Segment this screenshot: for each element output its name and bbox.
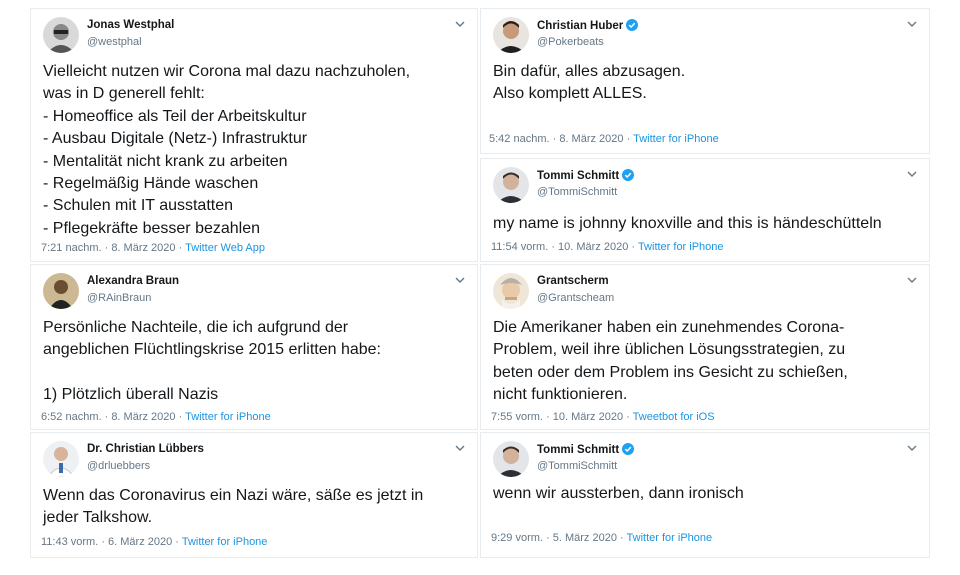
tweet-text: my name is johnny knoxville and this is … (493, 215, 882, 232)
tweet-card[interactable]: Grantscherm @Grantscheam Die Amerikaner … (480, 264, 930, 430)
user-handle[interactable]: @TommiSchmitt (537, 186, 617, 198)
tweet-meta: 7:21 nachm. · 8. März 2020 · Twitter Web… (41, 242, 265, 254)
avatar[interactable] (493, 273, 529, 309)
user-handle[interactable]: @drluebbers (87, 460, 150, 472)
source-link[interactable]: Twitter for iPhone (627, 532, 713, 544)
chevron-down-icon[interactable] (455, 19, 465, 29)
user-handle[interactable]: @TommiSchmitt (537, 460, 617, 472)
chevron-down-icon[interactable] (907, 169, 917, 179)
avatar[interactable] (493, 167, 529, 203)
source-link[interactable]: Tweetbot for iOS (633, 411, 715, 423)
timestamp[interactable]: 9:29 vorm. · 5. März 2020 · (491, 532, 627, 544)
verified-badge-icon (626, 19, 639, 31)
tweet-meta: 11:43 vorm. · 6. März 2020 · Twitter for… (41, 536, 267, 548)
display-name: Christian Huber (537, 19, 639, 32)
user-handle[interactable]: @Pokerbeats (537, 36, 604, 48)
verified-badge-icon (622, 443, 635, 455)
display-name-text[interactable]: Tommi Schmitt (537, 444, 619, 456)
tweet-card[interactable]: Jonas Westphal @westphal Vielleicht nutz… (30, 8, 478, 262)
tweet-meta: 6:52 nachm. · 8. März 2020 · Twitter for… (41, 411, 271, 423)
timestamp[interactable]: 7:21 nachm. · 8. März 2020 · (41, 242, 185, 254)
tweet-card[interactable]: Alexandra Braun @RAinBraun Persönliche N… (30, 264, 478, 430)
tweet-text: Persönliche Nachteile, die ich aufgrund … (43, 319, 381, 404)
source-link[interactable]: Twitter for iPhone (185, 411, 271, 423)
display-name: Tommi Schmitt (537, 443, 635, 456)
avatar[interactable] (43, 441, 79, 477)
tweet-text: Vielleicht nutzen wir Corona mal dazu na… (43, 63, 411, 237)
display-name: Tommi Schmitt (537, 169, 635, 182)
tweet-meta: 5:42 nachm. · 8. März 2020 · Twitter for… (489, 133, 719, 145)
chevron-down-icon[interactable] (455, 275, 465, 285)
tweet-card[interactable]: Tommi Schmitt @TommiSchmitt my name is j… (480, 158, 930, 262)
verified-badge-icon (622, 169, 635, 181)
display-name-text[interactable]: Tommi Schmitt (537, 170, 619, 182)
display-name[interactable]: Alexandra Braun (87, 275, 179, 287)
avatar[interactable] (43, 273, 79, 309)
chevron-down-icon[interactable] (907, 443, 917, 453)
chevron-down-icon[interactable] (907, 275, 917, 285)
tweet-card[interactable]: Dr. Christian Lübbers @drluebbers Wenn d… (30, 432, 478, 558)
user-handle[interactable]: @westphal (87, 36, 142, 48)
avatar[interactable] (43, 17, 79, 53)
timestamp[interactable]: 7:55 vorm. · 10. März 2020 · (491, 411, 633, 423)
tweet-card[interactable]: Christian Huber @Pokerbeats Bin dafür, a… (480, 8, 930, 154)
tweet-text: Wenn das Coronavirus ein Nazi wäre, säße… (43, 487, 424, 527)
source-link[interactable]: Twitter for iPhone (633, 133, 719, 145)
display-name[interactable]: Jonas Westphal (87, 19, 174, 31)
tweet-meta: 11:54 vorm. · 10. März 2020 · Twitter fo… (491, 241, 724, 253)
display-name[interactable]: Dr. Christian Lübbers (87, 443, 204, 455)
display-name-text[interactable]: Christian Huber (537, 20, 623, 32)
chevron-down-icon[interactable] (907, 19, 917, 29)
avatar[interactable] (493, 17, 529, 53)
timestamp[interactable]: 11:54 vorm. · 10. März 2020 · (491, 241, 638, 253)
chevron-down-icon[interactable] (455, 443, 465, 453)
tweet-card[interactable]: Tommi Schmitt @TommiSchmitt wenn wir aus… (480, 432, 930, 558)
timestamp[interactable]: 11:43 vorm. · 6. März 2020 · (41, 536, 182, 548)
display-name[interactable]: Grantscherm (537, 275, 609, 287)
user-handle[interactable]: @RAinBraun (87, 292, 151, 304)
timestamp[interactable]: 5:42 nachm. · 8. März 2020 · (489, 133, 633, 145)
tweet-text: wenn wir aussterben, dann ironisch (493, 485, 744, 502)
user-handle[interactable]: @Grantscheam (537, 292, 614, 304)
avatar[interactable] (493, 441, 529, 477)
tweet-meta: 9:29 vorm. · 5. März 2020 · Twitter for … (491, 532, 712, 544)
tweet-text: Bin dafür, alles abzusagen. Also komplet… (493, 63, 686, 103)
source-link[interactable]: Twitter for iPhone (182, 536, 268, 548)
source-link[interactable]: Twitter for iPhone (638, 241, 724, 253)
timestamp[interactable]: 6:52 nachm. · 8. März 2020 · (41, 411, 185, 423)
tweet-meta: 7:55 vorm. · 10. März 2020 · Tweetbot fo… (491, 411, 715, 423)
source-link[interactable]: Twitter Web App (185, 242, 265, 254)
tweet-text: Die Amerikaner haben ein zunehmendes Cor… (493, 319, 848, 404)
